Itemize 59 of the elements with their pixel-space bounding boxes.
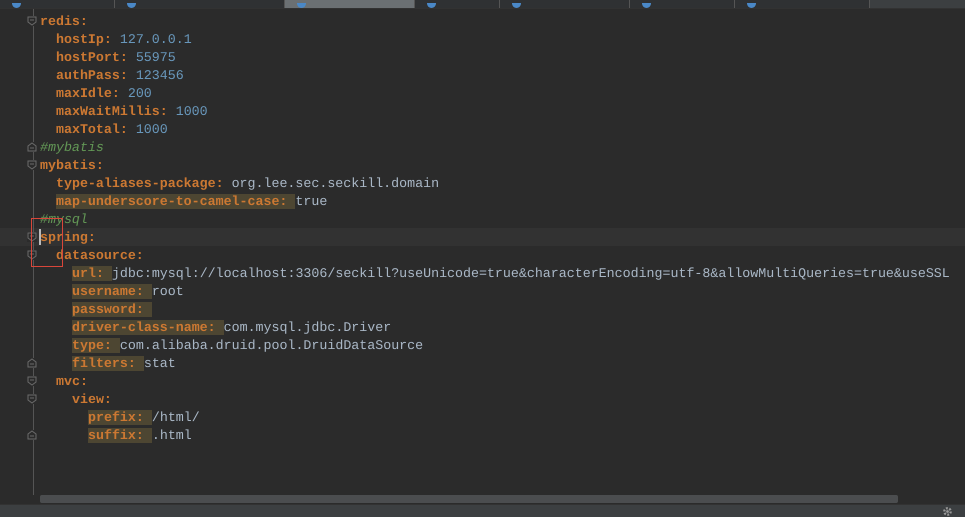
yaml-key: mybatis: bbox=[40, 158, 112, 172]
yaml-key: hostPort: bbox=[56, 50, 136, 64]
settings-icon[interactable] bbox=[942, 506, 953, 517]
file-icon bbox=[512, 3, 521, 8]
yaml-value: 1000 bbox=[136, 122, 168, 136]
yaml-key: password: bbox=[72, 302, 152, 316]
file-tab[interactable] bbox=[630, 0, 735, 8]
yaml-key: driver-class-name: bbox=[72, 320, 224, 334]
scrollbar-thumb[interactable] bbox=[40, 495, 898, 503]
file-tab[interactable] bbox=[415, 0, 500, 8]
yaml-value: 1000 bbox=[176, 104, 208, 118]
yaml-key: prefix: bbox=[88, 410, 152, 424]
yaml-key: suffix: bbox=[88, 428, 152, 442]
yaml-key: view: bbox=[72, 392, 120, 406]
yaml-value: root bbox=[152, 284, 184, 298]
file-icon bbox=[12, 3, 21, 8]
code-comment: #mybatis bbox=[40, 140, 104, 154]
fold-icon[interactable] bbox=[27, 142, 37, 152]
yaml-value: 55975 bbox=[136, 50, 176, 64]
yaml-key: hostIp: bbox=[56, 32, 120, 46]
yaml-value: stat bbox=[144, 356, 176, 370]
yaml-key: username: bbox=[72, 284, 152, 298]
yaml-value: 200 bbox=[128, 86, 152, 100]
fold-icon[interactable] bbox=[27, 232, 37, 242]
yaml-value: org.lee.sec.seckill.domain bbox=[232, 176, 440, 190]
yaml-key: maxIdle: bbox=[56, 86, 128, 100]
yaml-key: maxWaitMillis: bbox=[56, 104, 176, 118]
file-tab[interactable] bbox=[735, 0, 870, 8]
fold-icon[interactable] bbox=[27, 376, 37, 386]
file-tab[interactable] bbox=[115, 0, 285, 8]
yaml-value: /html/ bbox=[152, 410, 200, 424]
yaml-value: 123456 bbox=[136, 68, 184, 82]
file-icon bbox=[427, 3, 436, 8]
yaml-value: jdbc:mysql://localhost:3306/seckill?useUnicode=true&characterEncoding=utf-8&allowMultiQueries=true&useSSL bbox=[112, 266, 950, 280]
file-icon bbox=[297, 3, 306, 8]
file-icon bbox=[642, 3, 651, 8]
file-tab[interactable] bbox=[500, 0, 630, 8]
fold-icon[interactable] bbox=[27, 160, 37, 170]
yaml-key: type: bbox=[72, 338, 120, 352]
yaml-value: com.alibaba.druid.pool.DruidDataSource bbox=[120, 338, 424, 352]
file-icon bbox=[127, 3, 136, 8]
yaml-key: url: bbox=[72, 266, 112, 280]
yaml-key: map-underscore-to-camel-case: bbox=[56, 194, 296, 208]
file-icon bbox=[747, 3, 756, 8]
yaml-key: filters: bbox=[72, 356, 144, 370]
fold-icon[interactable] bbox=[27, 394, 37, 404]
yaml-key: redis: bbox=[40, 14, 96, 28]
fold-icon[interactable] bbox=[27, 16, 37, 26]
file-tab[interactable] bbox=[0, 0, 115, 8]
yaml-key: authPass: bbox=[56, 68, 136, 82]
yaml-value: com.mysql.jdbc.Driver bbox=[224, 320, 392, 334]
yaml-key: maxTotal: bbox=[56, 122, 136, 136]
yaml-value: true bbox=[295, 194, 328, 208]
yaml-key: type-aliases-package: bbox=[56, 176, 232, 190]
yaml-value: .html bbox=[152, 428, 192, 442]
fold-icon[interactable] bbox=[27, 358, 37, 368]
yaml-key: mvc: bbox=[56, 374, 96, 388]
fold-icon[interactable] bbox=[27, 430, 37, 440]
yaml-value: 127.0.0.1 bbox=[120, 32, 192, 46]
